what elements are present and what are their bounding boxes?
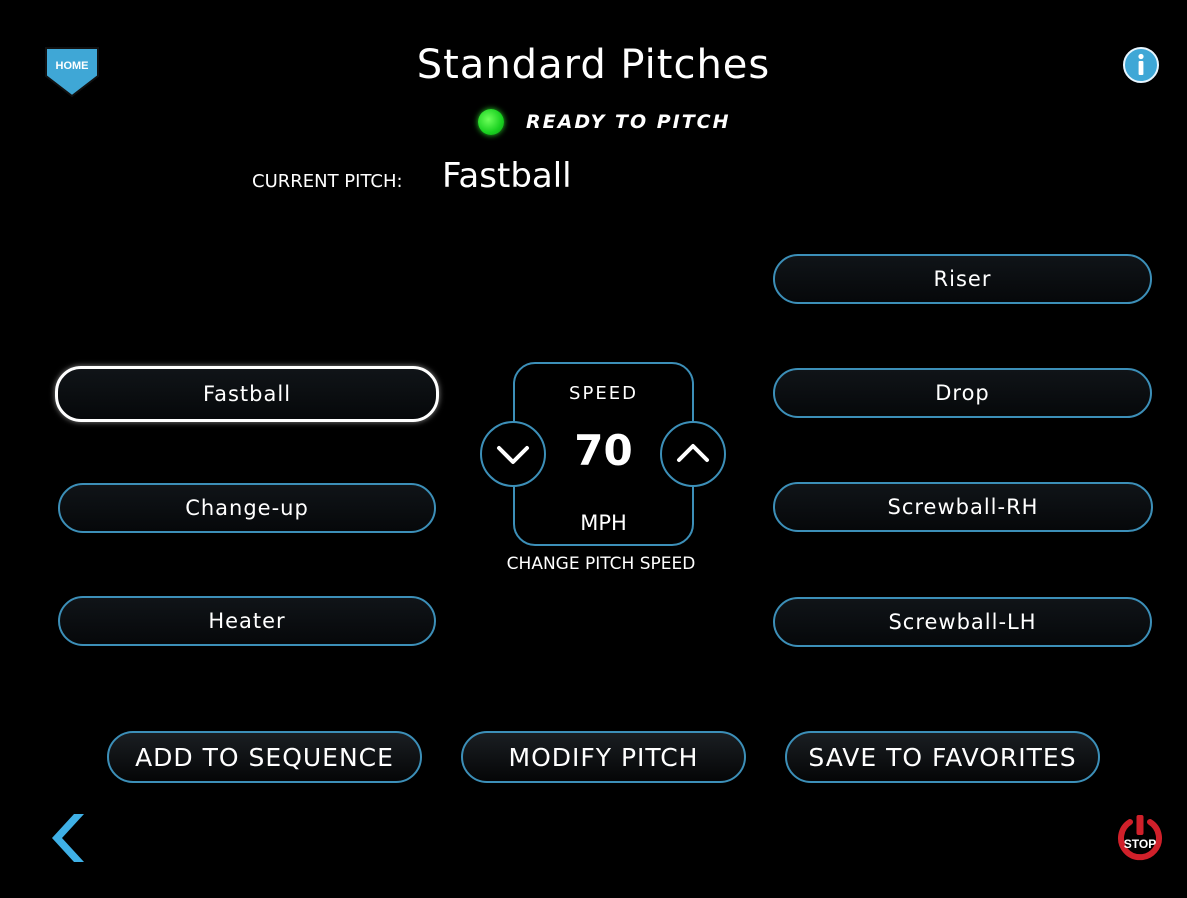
stop-button[interactable]: STOP [1114, 812, 1166, 864]
add-to-sequence-button[interactable]: ADD TO SEQUENCE [107, 731, 422, 783]
modify-pitch-button[interactable]: MODIFY PITCH [461, 731, 746, 783]
back-button[interactable] [44, 812, 86, 864]
standard-pitches-screen: HOME Standard Pitches READY TO PITCH CUR… [0, 0, 1187, 898]
page-title: Standard Pitches [416, 42, 771, 88]
speed-increase-button[interactable] [660, 421, 726, 487]
pitch-button-screwball-rh[interactable]: Screwball-RH [773, 482, 1153, 532]
info-icon [1123, 47, 1159, 83]
save-to-favorites-button[interactable]: SAVE TO FAVORITES [785, 731, 1100, 783]
stop-label: STOP [1123, 837, 1157, 851]
chevron-left-icon [52, 814, 84, 862]
current-pitch-label: CURRENT PITCH: [252, 171, 403, 192]
info-button[interactable] [1122, 46, 1160, 84]
pitch-button-change-up[interactable]: Change-up [58, 483, 436, 533]
speed-caption: CHANGE PITCH SPEED [506, 554, 696, 574]
speed-decrease-button[interactable] [480, 421, 546, 487]
pitch-button-heater[interactable]: Heater [58, 596, 436, 646]
pitch-button-riser[interactable]: Riser [773, 254, 1152, 304]
status-text: READY TO PITCH [526, 111, 731, 133]
current-pitch-value: Fastball [442, 156, 572, 196]
speed-unit: MPH [580, 511, 627, 535]
speed-label: SPEED [569, 383, 638, 404]
chevron-up-icon [677, 444, 709, 462]
pitch-button-fastball[interactable]: Fastball [55, 366, 439, 422]
status-indicator [478, 109, 504, 135]
pitch-status: READY TO PITCH [478, 108, 731, 136]
pitch-button-drop[interactable]: Drop [773, 368, 1152, 418]
pitch-button-screwball-lh[interactable]: Screwball-LH [773, 597, 1152, 647]
chevron-down-icon [497, 446, 529, 464]
